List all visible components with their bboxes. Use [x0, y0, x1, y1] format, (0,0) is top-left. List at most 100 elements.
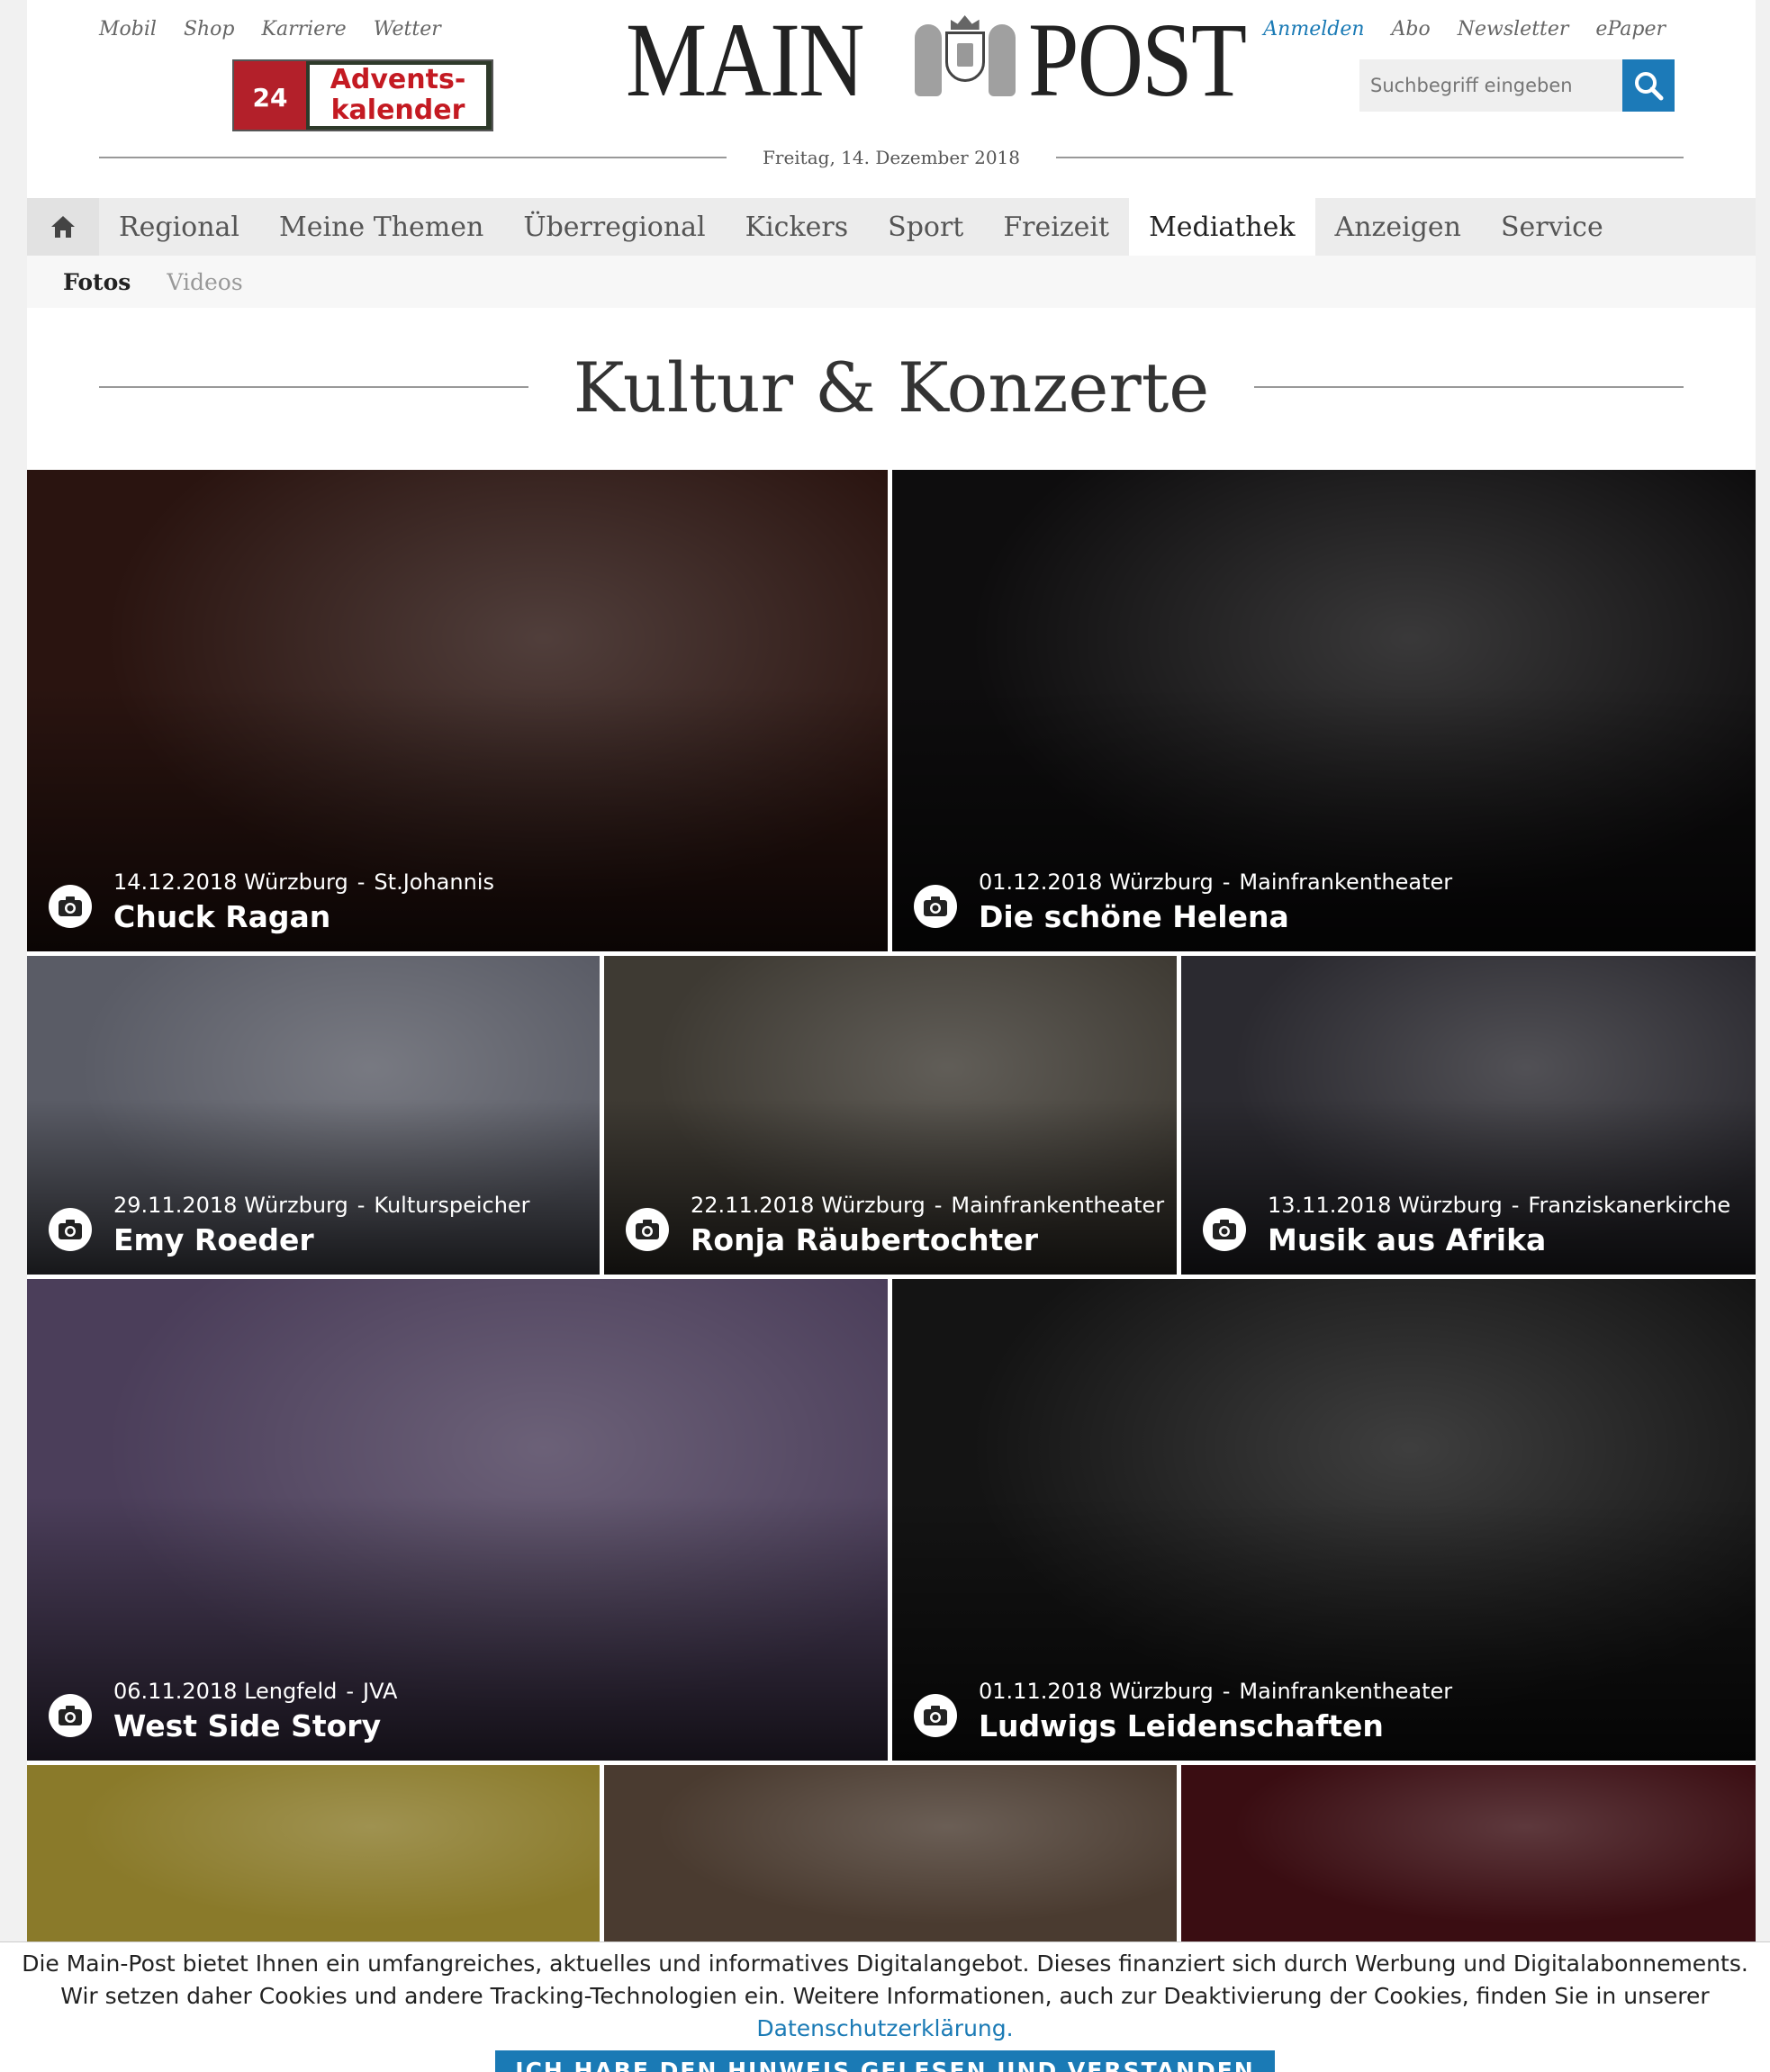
topnav-karriere[interactable]: Karriere [262, 18, 347, 41]
subnav-fotos[interactable]: Fotos [63, 269, 131, 295]
tile-title: Ronja Räubertochter [691, 1222, 1039, 1257]
cookie-text: Die Main-Post bietet Ihnen ein umfangrei… [0, 1942, 1770, 2045]
adventskalender-banner[interactable]: 24 Advents- kalender [232, 59, 493, 131]
tile-meta: 14.12.2018 Würzburg - St.Johannis [113, 867, 494, 897]
tile-date: 01.12.2018 [979, 869, 1103, 895]
nav-kickers[interactable]: Kickers [726, 198, 868, 256]
tile-venue: St.Johannis [374, 869, 494, 895]
logo-word-post: POST [1027, 1, 1247, 119]
cookie-accept-button[interactable]: ICH HABE DEN HINWEIS GELESEN UND VERSTAN… [495, 2050, 1275, 2072]
tile-place: Würzburg [1109, 1679, 1214, 1704]
tile-place: Würzburg [244, 869, 348, 895]
coat-of-arms-icon [911, 15, 1019, 105]
tile-meta: 22.11.2018 Würzburg - Mainfrankentheater [691, 1190, 1164, 1221]
tile-date: 13.11.2018 [1268, 1193, 1392, 1218]
tile-title: Die schöne Helena [979, 899, 1289, 934]
nav-mediathek[interactable]: Mediathek [1129, 198, 1315, 256]
divider [99, 386, 528, 388]
gallery-tile[interactable]: 01.11.2018 Würzburg - Mainfrankentheater Lu… [892, 1279, 1756, 1761]
tile-meta: 01.11.2018 Würzburg - Mainfrankentheater [979, 1676, 1452, 1707]
tile-title: Emy Roeder [113, 1222, 314, 1257]
login-link[interactable]: Anmelden [1263, 18, 1364, 41]
tile-text: 06.11.2018 Lengfeld - JVA West Side Story [113, 1676, 397, 1746]
home-icon [51, 216, 75, 238]
tile-text: 22.11.2018 Würzburg - Mainfrankentheater Ro… [691, 1190, 1164, 1260]
section-heading: Kultur & Konzerte [99, 342, 1684, 432]
tile-meta: 01.12.2018 Würzburg - Mainfrankentheater [979, 867, 1452, 897]
privacy-link[interactable]: Datenschutzerklärung. [756, 2015, 1013, 2041]
tile-separator: - [357, 869, 366, 895]
subnav-videos[interactable]: Videos [167, 269, 242, 295]
tile-caption: 22.11.2018 Würzburg - Mainfrankentheater Ro… [626, 1190, 1164, 1260]
main-nav: Regional Meine Themen Überregional Kicke… [27, 198, 1756, 256]
cookie-banner: Die Main-Post bietet Ihnen ein umfangrei… [0, 1941, 1770, 2072]
page: Mobil Shop Karriere Wetter 24 Advents- k… [27, 0, 1756, 2072]
nav-freizeit[interactable]: Freizeit [983, 198, 1129, 256]
gallery-tile[interactable]: 14.12.2018 Würzburg - St.Johannis Chuck Rag… [27, 470, 888, 951]
tile-separator: - [1511, 1193, 1520, 1218]
gallery-tile[interactable]: 22.11.2018 Würzburg - Mainfrankentheater Ro… [604, 956, 1177, 1275]
nav-sport[interactable]: Sport [868, 198, 983, 256]
nav-regional[interactable]: Regional [99, 198, 259, 256]
tile-meta: 29.11.2018 Würzburg - Kulturspeicher [113, 1190, 530, 1221]
gallery-tile[interactable]: 06.11.2018 Lengfeld - JVA West Side Story [27, 1279, 888, 1761]
gallery-tile[interactable] [604, 1765, 1177, 1941]
main-post-logo[interactable]: MAIN POST [626, 1, 1280, 119]
sub-nav: Fotos Videos [27, 256, 1756, 308]
tile-separator: - [357, 1193, 366, 1218]
gallery-tile[interactable]: 29.11.2018 Würzburg - Kulturspeicher Emy Ro… [27, 956, 600, 1275]
search-icon [1635, 72, 1664, 101]
topnav-wetter[interactable]: Wetter [374, 18, 441, 41]
tile-date: 29.11.2018 [113, 1193, 238, 1218]
current-date: Freitag, 14. Dezember 2018 [763, 147, 1020, 168]
tile-caption: 13.11.2018 Würzburg - Franziskanerkirche Mu… [1203, 1190, 1730, 1260]
nav-service[interactable]: Service [1481, 198, 1623, 256]
topnav-shop[interactable]: Shop [184, 18, 235, 41]
camera-icon [49, 1694, 92, 1737]
tile-venue: Franziskanerkirche [1528, 1193, 1731, 1218]
gallery-tile[interactable] [1181, 1765, 1756, 1941]
tile-text: 01.12.2018 Würzburg - Mainfrankentheater Di… [979, 867, 1452, 937]
nav-ueberregional[interactable]: Überregional [503, 198, 725, 256]
logo-word-main: MAIN [626, 1, 864, 119]
tile-separator: - [1222, 1679, 1231, 1704]
divider [1254, 386, 1684, 388]
epaper-link[interactable]: ePaper [1595, 18, 1666, 41]
tile-date: 22.11.2018 [691, 1193, 815, 1218]
tile-venue: JVA [363, 1679, 398, 1704]
page-title: Kultur & Konzerte [573, 347, 1210, 428]
gallery-tile[interactable]: 01.12.2018 Würzburg - Mainfrankentheater Di… [892, 470, 1756, 951]
tile-meta: 13.11.2018 Würzburg - Franziskanerkirche [1268, 1190, 1730, 1221]
tile-separator: - [346, 1679, 355, 1704]
user-nav: Anmelden Abo Newsletter ePaper [1263, 18, 1666, 41]
nav-anzeigen[interactable]: Anzeigen [1315, 198, 1481, 256]
home-button[interactable] [27, 198, 99, 256]
tile-place: Würzburg [1109, 869, 1214, 895]
tile-venue: Kulturspeicher [374, 1193, 530, 1218]
gallery-tile[interactable] [27, 1765, 600, 1941]
advent-line-2: kalender [330, 95, 465, 126]
advent-line-1: Advents- [330, 64, 466, 95]
nav-meine-themen[interactable]: Meine Themen [259, 198, 503, 256]
tile-text: 14.12.2018 Würzburg - St.Johannis Chuck Rag… [113, 867, 494, 937]
tile-caption: 06.11.2018 Lengfeld - JVA West Side Story [49, 1676, 397, 1746]
top-nav: Mobil Shop Karriere Wetter [99, 18, 441, 41]
tile-title: Musik aus Afrika [1268, 1222, 1547, 1257]
tile-separator: - [1222, 869, 1231, 895]
abo-link[interactable]: Abo [1392, 18, 1431, 41]
topnav-mobil[interactable]: Mobil [99, 18, 157, 41]
tile-caption: 14.12.2018 Würzburg - St.Johannis Chuck Rag… [49, 867, 494, 937]
search-input[interactable] [1359, 59, 1622, 112]
tile-text: 13.11.2018 Würzburg - Franziskanerkirche Mu… [1268, 1190, 1730, 1260]
tile-place: Lengfeld [244, 1679, 338, 1704]
camera-icon [914, 1694, 957, 1737]
gallery-tile[interactable]: 13.11.2018 Würzburg - Franziskanerkirche Mu… [1181, 956, 1756, 1275]
tile-separator: - [934, 1193, 943, 1218]
divider [99, 157, 727, 158]
tile-place: Würzburg [1398, 1193, 1503, 1218]
search-button[interactable] [1622, 59, 1675, 112]
cookie-message: Die Main-Post bietet Ihnen ein umfangrei… [22, 1950, 1748, 2009]
tile-title: Ludwigs Leidenschaften [979, 1708, 1384, 1743]
tile-text: 29.11.2018 Würzburg - Kulturspeicher Emy Ro… [113, 1190, 530, 1260]
newsletter-link[interactable]: Newsletter [1458, 18, 1569, 41]
